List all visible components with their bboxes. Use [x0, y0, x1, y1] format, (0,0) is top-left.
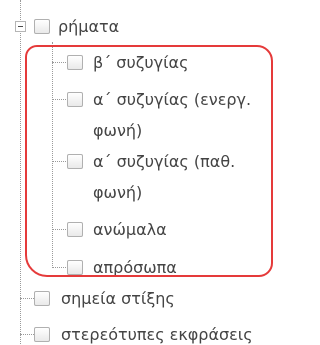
tree-node-checkbox[interactable]	[67, 260, 83, 275]
tree-node-stereotypes-ekfraseis[interactable]: στερεότυπες εκφράσεις	[0, 322, 286, 344]
tree-node-label-continued: φωνή)	[93, 183, 143, 202]
tree-node-rimata[interactable]: ρήματα	[0, 14, 200, 40]
tree-node-label: α΄ συζυγίας (ενεργ.	[93, 90, 252, 109]
tree-node-a-syzygias-path[interactable]: α΄ συζυγίας (παθ. φωνή)	[0, 149, 270, 207]
tree-node-aprosopa[interactable]: απρόσωπα	[0, 255, 200, 281]
tree-node-anomala[interactable]: ανώμαλα	[0, 217, 200, 243]
tree-node-label: β΄ συζυγίας	[93, 53, 189, 72]
tree-node-checkbox[interactable]	[67, 55, 83, 70]
tree-node-label: ρήματα	[58, 17, 120, 36]
tree-node-checkbox[interactable]	[34, 291, 50, 306]
tree-node-checkbox[interactable]	[67, 222, 83, 237]
minus-expander-icon[interactable]	[15, 21, 26, 32]
tree-node-label: α΄ συζυγίας (παθ.	[93, 152, 236, 171]
tree-node-label: απρόσωπα	[93, 258, 177, 277]
tree-node-a-syzygias-energ[interactable]: α΄ συζυγίας (ενεργ. φωνή)	[0, 87, 270, 145]
tree-node-checkbox[interactable]	[67, 154, 83, 169]
tree-node-checkbox[interactable]	[34, 19, 50, 34]
tree-node-label: στερεότυπες εκφράσεις	[61, 325, 253, 344]
tree-node-label: σημεία στίξης	[61, 289, 175, 308]
tree-node-label-continued: φωνή)	[93, 121, 143, 140]
tree-node-checkbox[interactable]	[34, 327, 50, 342]
tree-node-label: ανώμαλα	[93, 220, 167, 239]
tree-node-b-syzygias[interactable]: β΄ συζυγίας	[0, 50, 240, 76]
tree-node-checkbox[interactable]	[67, 92, 83, 107]
tree-node-simeia-stixis[interactable]: σημεία στίξης	[0, 286, 220, 312]
